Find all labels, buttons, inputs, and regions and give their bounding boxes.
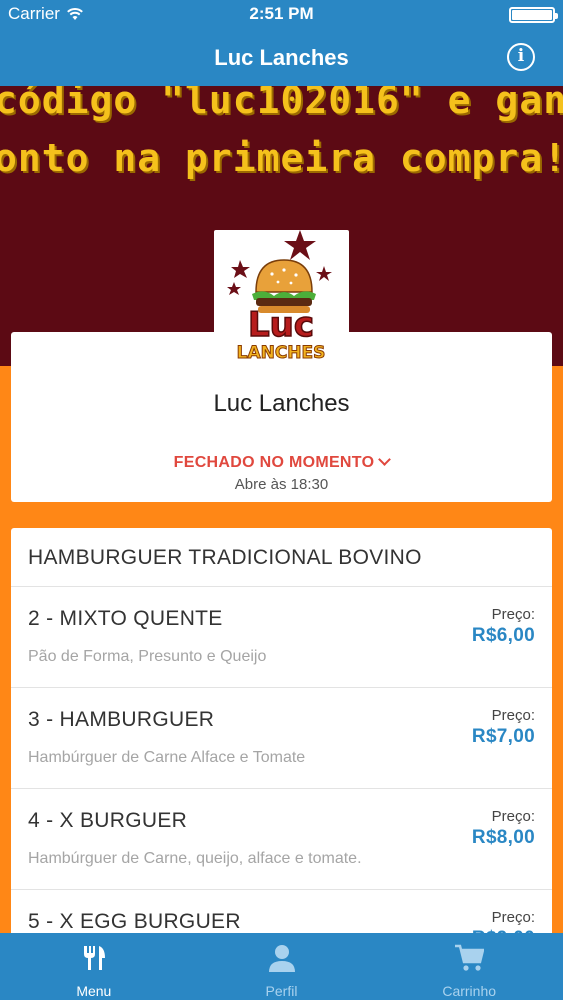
- item-description: Hambúrguer de Carne Alface e Tomate: [28, 749, 306, 766]
- tab-menu[interactable]: Menu: [0, 933, 188, 1000]
- item-name: 3 - HAMBURGUER: [28, 708, 215, 731]
- menu-item[interactable]: 3 - HAMBURGUER Hambúrguer de Carne Alfac…: [11, 688, 552, 789]
- status-bar: Carrier 2:51 PM: [0, 0, 563, 30]
- menu-card: HAMBURGUER TRADICIONAL BOVINO 2 - MIXTO …: [11, 528, 552, 1000]
- item-name: 5 - X EGG BURGUER: [28, 910, 241, 933]
- open-status-toggle[interactable]: FECHADO NO MOMENTO: [11, 453, 552, 472]
- price-label: Preço:: [491, 606, 535, 623]
- fork-knife-icon: [83, 946, 105, 970]
- menu-item[interactable]: 2 - MIXTO QUENTE Pão de Forma, Presunto …: [11, 587, 552, 688]
- logo-text-luc: Luc: [248, 305, 314, 345]
- tab-bar: Menu Perfil Carrinho: [0, 933, 563, 1000]
- person-icon: [268, 945, 295, 972]
- tab-perfil[interactable]: Perfil: [188, 933, 376, 1000]
- tab-label: Perfil: [265, 983, 298, 999]
- price-label: Preço:: [491, 707, 535, 724]
- tab-label: Menu: [76, 983, 112, 999]
- clock: 2:51 PM: [249, 4, 314, 23]
- open-status-label: FECHADO NO MOMENTO: [173, 454, 375, 471]
- category-title: HAMBURGUER TRADICIONAL BOVINO: [11, 528, 552, 587]
- item-description: Pão de Forma, Presunto e Queijo: [28, 648, 267, 665]
- item-price: R$8,00: [471, 827, 535, 848]
- restaurant-name: Luc Lanches: [213, 390, 350, 417]
- price-label: Preço:: [491, 808, 535, 825]
- banner-line-2: onto na primeira compra!: [0, 136, 563, 180]
- info-icon[interactable]: i: [507, 43, 535, 71]
- restaurant-logo: Luc LANCHES: [214, 230, 349, 365]
- item-description: Hambúrguer de Carne, queijo, alface e to…: [28, 850, 362, 867]
- cart-icon: [455, 944, 485, 971]
- menu-item[interactable]: 4 - X BURGUER Hambúrguer de Carne, queij…: [11, 789, 552, 890]
- logo-text-lanches: LANCHES: [237, 343, 326, 363]
- tab-carrinho[interactable]: Carrinho: [375, 933, 563, 1000]
- opening-time: Abre às 18:30: [234, 476, 329, 493]
- chevron-down-icon: [378, 453, 392, 466]
- price-label: Preço:: [491, 909, 535, 926]
- page-title: Luc Lanches: [214, 45, 349, 70]
- item-name: 2 - MIXTO QUENTE: [28, 607, 223, 630]
- banner-line-1: código "luc102016" e ganhe: [0, 86, 563, 122]
- item-name: 4 - X BURGUER: [28, 809, 188, 832]
- tab-label: Carrinho: [442, 983, 497, 999]
- battery-icon: [509, 7, 558, 23]
- item-price: R$7,00: [471, 726, 535, 747]
- nav-bar: Luc Lanches i: [0, 30, 563, 86]
- item-price: R$6,00: [471, 625, 535, 646]
